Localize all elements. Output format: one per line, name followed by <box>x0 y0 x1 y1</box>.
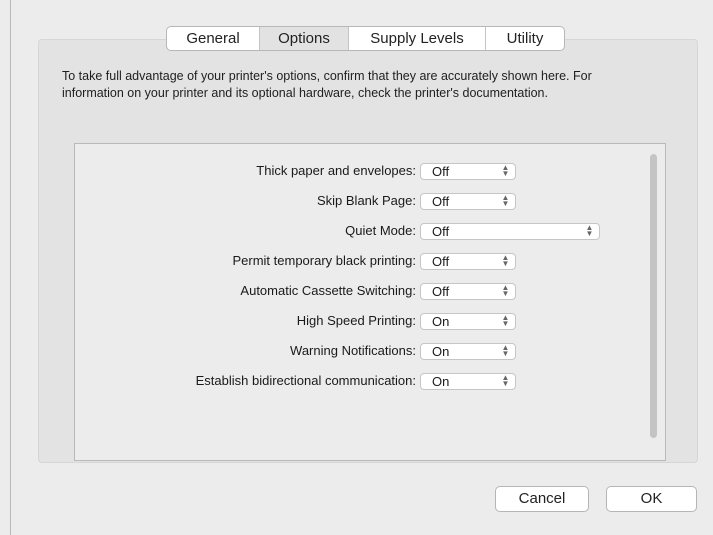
option-value: Off <box>432 194 450 209</box>
updown-chevron-icon: ▲ ▼ <box>501 163 510 178</box>
option-label: Permit temporary black printing: <box>232 253 416 268</box>
updown-chevron-icon: ▲ ▼ <box>501 373 510 388</box>
cancel-button[interactable]: Cancel <box>495 486 589 512</box>
option-select[interactable]: Off ▲ ▼ <box>420 223 600 240</box>
option-row: Quiet Mode: <box>16 222 416 240</box>
option-label: High Speed Printing: <box>296 313 416 328</box>
option-value: Off <box>432 224 450 239</box>
tab-options[interactable]: Options <box>260 27 349 50</box>
option-select[interactable]: Off ▲ ▼ <box>420 193 516 210</box>
option-value: On <box>432 314 450 329</box>
option-row: Automatic Cassette Switching: <box>16 282 416 300</box>
option-row: Warning Notifications: <box>16 342 416 360</box>
scrollbar-thumb[interactable] <box>650 154 657 438</box>
option-row: Establish bidirectional communication: <box>16 372 416 390</box>
option-select[interactable]: Off ▲ ▼ <box>420 163 516 180</box>
option-label: Warning Notifications: <box>290 343 416 358</box>
option-row: Skip Blank Page: <box>16 192 416 210</box>
updown-chevron-icon: ▲ ▼ <box>501 193 510 208</box>
option-select[interactable]: On ▲ ▼ <box>420 373 516 390</box>
option-row: Thick paper and envelopes: <box>16 162 416 180</box>
tab-general[interactable]: General <box>167 27 260 50</box>
options-scrollbar[interactable] <box>648 150 660 442</box>
options-description: To take full advantage of your printer's… <box>62 69 592 100</box>
option-row: Permit temporary black printing: <box>16 252 416 270</box>
tab-utility[interactable]: Utility <box>486 27 564 50</box>
option-label: Skip Blank Page: <box>316 193 416 208</box>
updown-chevron-icon: ▲ ▼ <box>585 223 594 238</box>
tab-bar: General Options Supply Levels Utility <box>166 26 565 51</box>
option-value: Off <box>432 284 450 299</box>
updown-chevron-icon: ▲ ▼ <box>501 313 510 328</box>
updown-chevron-icon: ▲ ▼ <box>501 253 510 268</box>
ok-button[interactable]: OK <box>606 486 697 512</box>
option-label: Quiet Mode: <box>345 223 416 238</box>
tab-supply-levels[interactable]: Supply Levels <box>349 27 486 50</box>
option-label: Automatic Cassette Switching: <box>240 283 416 298</box>
option-label: Thick paper and envelopes: <box>256 163 416 178</box>
updown-chevron-icon: ▲ ▼ <box>501 343 510 358</box>
option-label: Establish bidirectional communication: <box>195 373 416 388</box>
updown-chevron-icon: ▲ ▼ <box>501 283 510 298</box>
options-list <box>74 143 666 461</box>
option-select[interactable]: On ▲ ▼ <box>420 343 516 360</box>
option-select[interactable]: Off ▲ ▼ <box>420 253 516 270</box>
option-value: Off <box>432 164 450 179</box>
option-select[interactable]: On ▲ ▼ <box>420 313 516 330</box>
option-value: On <box>432 344 450 359</box>
option-row: High Speed Printing: <box>16 312 416 330</box>
option-select[interactable]: Off ▲ ▼ <box>420 283 516 300</box>
option-value: Off <box>432 254 450 269</box>
option-value: On <box>432 374 450 389</box>
